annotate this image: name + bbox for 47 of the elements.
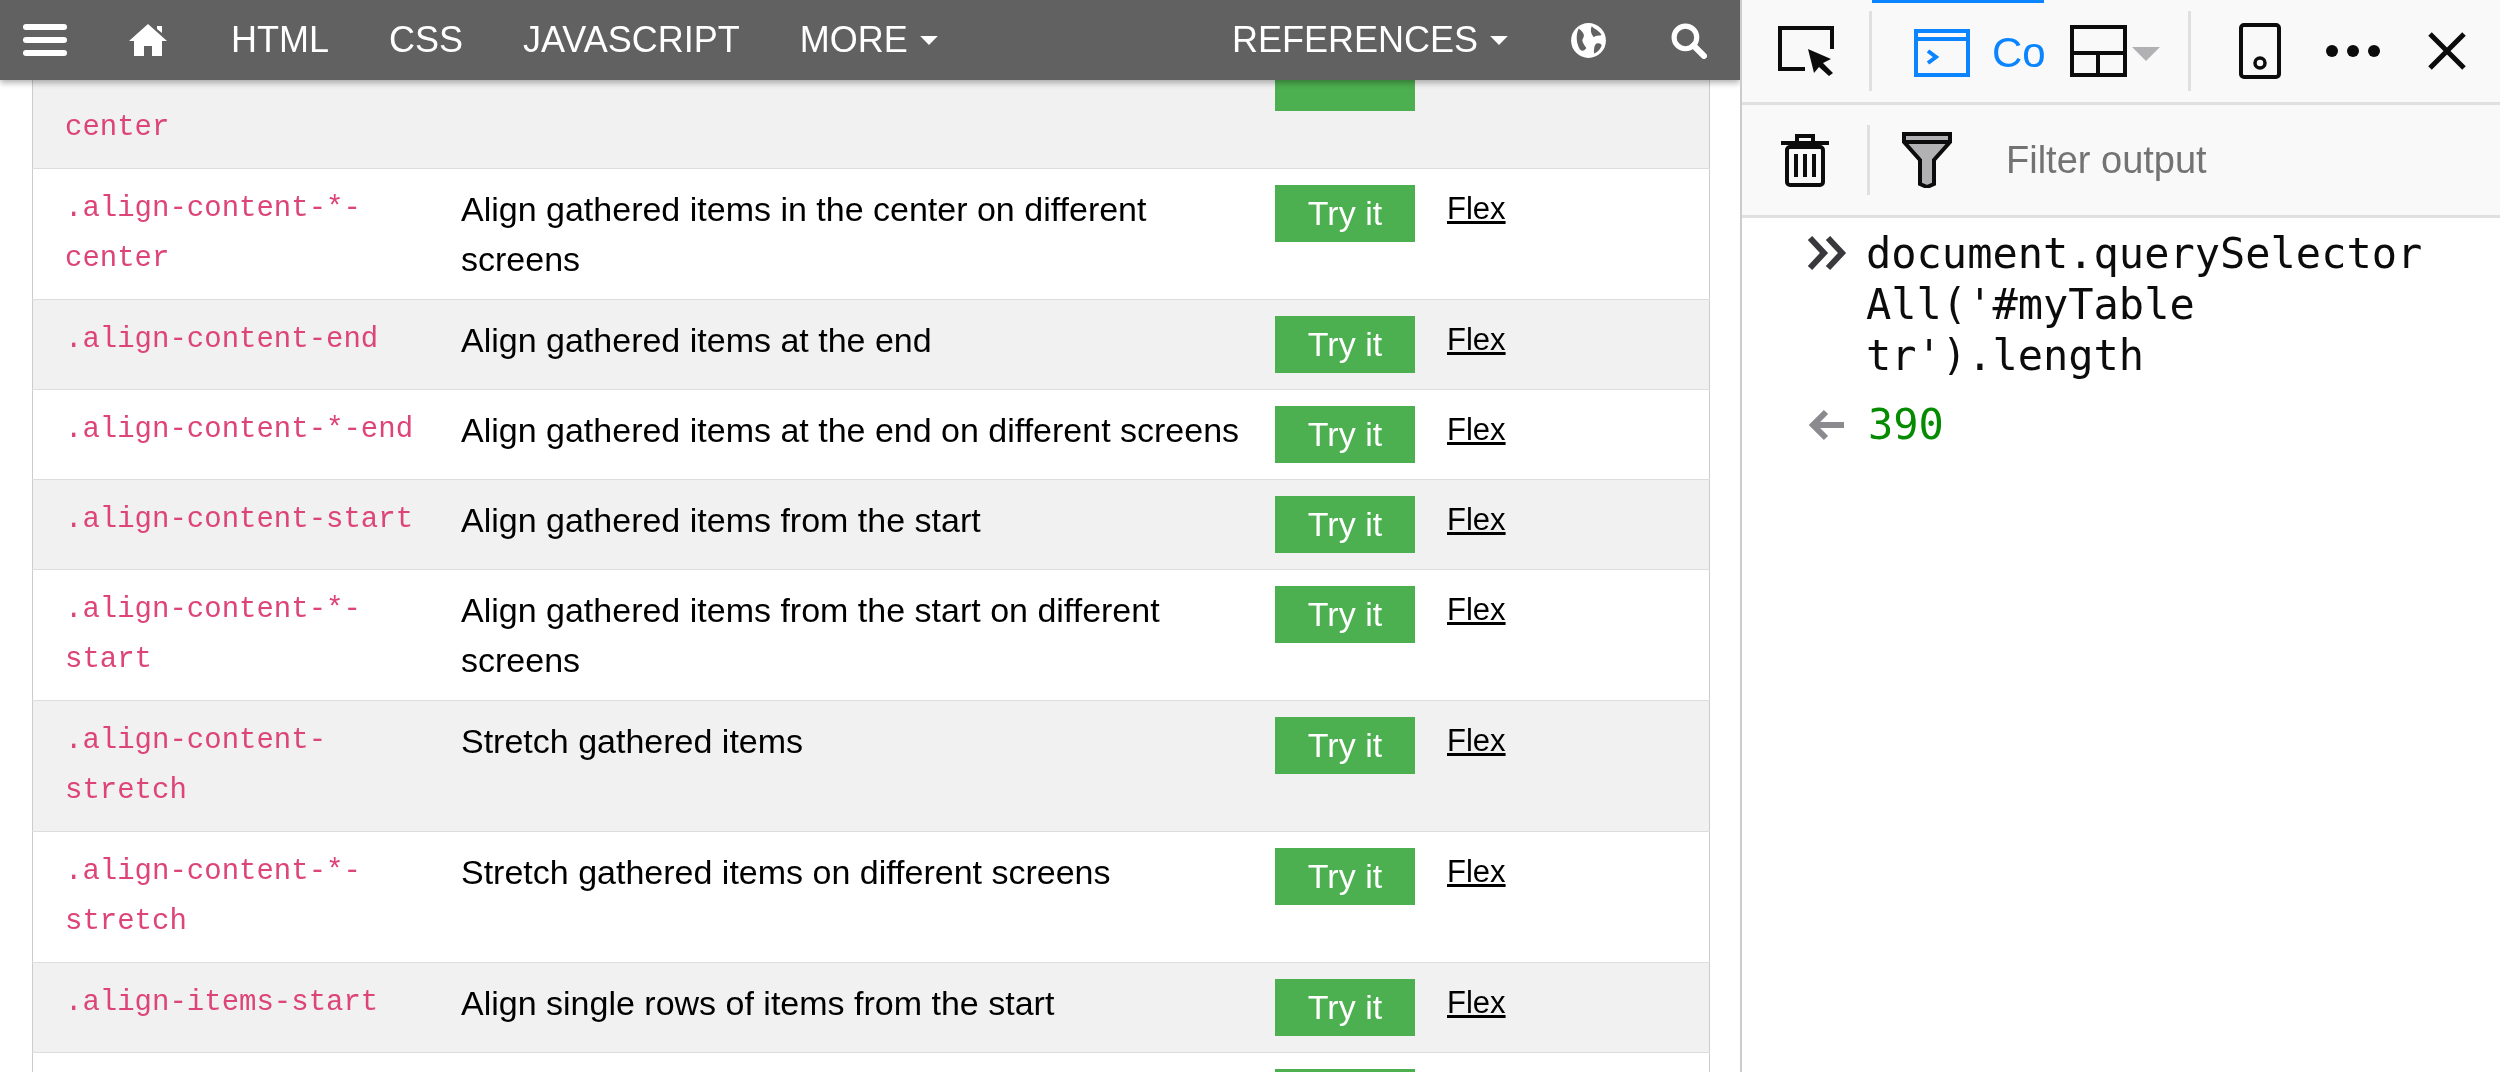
class-name: .align-content-*-stretch xyxy=(65,854,362,940)
class-name: .align-content-*-end xyxy=(65,412,415,448)
description: Align gathered items from the start on different screens xyxy=(461,590,1161,681)
filter-icon[interactable] xyxy=(1902,132,1952,188)
flex-link[interactable]: Flex xyxy=(1447,854,1506,889)
device-icon[interactable] xyxy=(2239,23,2281,79)
console-icon xyxy=(1914,29,1970,77)
close-icon[interactable] xyxy=(2427,31,2467,71)
flex-link[interactable]: Flex xyxy=(1447,502,1506,537)
trash-icon[interactable] xyxy=(1779,133,1831,187)
flex-link[interactable]: Flex xyxy=(1447,985,1506,1020)
layout-icon[interactable] xyxy=(2070,25,2162,77)
class-name: .align-content-stretch xyxy=(65,723,328,809)
dropdown-menu[interactable]: MORE xyxy=(799,19,938,61)
nav-link[interactable]: HTML xyxy=(231,19,329,61)
flex-link[interactable]: Flex xyxy=(1447,592,1506,627)
nav-link[interactable]: JAVASCRIPT xyxy=(523,19,740,61)
menu-icon[interactable] xyxy=(22,22,68,58)
class-name: .align-content-end xyxy=(65,322,380,358)
home-icon[interactable] xyxy=(128,23,168,57)
element-picker-icon[interactable] xyxy=(1777,25,1837,77)
dropdown-menu[interactable]: REFERENCES xyxy=(1231,19,1508,61)
flex-link[interactable]: Flex xyxy=(1447,723,1506,758)
console-result-text: 390 xyxy=(1868,399,1945,450)
flex-link[interactable]: Flex xyxy=(1447,191,1506,226)
nav-link[interactable]: CSS xyxy=(389,19,464,61)
caret-icon xyxy=(919,34,938,46)
class-name: .align-content-*-start xyxy=(65,592,362,678)
description: Stretch gathered items xyxy=(461,721,805,762)
description: Align gathered items at the end xyxy=(461,320,933,361)
description: Stretch gathered items on different screens xyxy=(461,852,1112,893)
search-icon[interactable] xyxy=(1670,21,1707,59)
description: Align gathered items at the end on different screens xyxy=(461,410,1241,451)
filter-output-field[interactable]: Filter output xyxy=(2006,138,2426,182)
more-icon[interactable] xyxy=(2325,44,2381,58)
caret-icon xyxy=(1490,34,1508,46)
class-name: .align-content-*-center xyxy=(65,191,362,277)
class-name: .align-items-start xyxy=(65,985,380,1021)
flex-link[interactable]: Flex xyxy=(1447,322,1506,357)
description: Align gathered items in the center on different screens xyxy=(461,189,1148,280)
left-arrow-icon xyxy=(1808,408,1846,442)
flex-link[interactable]: Flex xyxy=(1447,412,1506,447)
class-name: center xyxy=(65,110,171,146)
description: Align single rows of items from the start xyxy=(461,983,1056,1024)
class-name: .align-content-start xyxy=(65,502,415,538)
description: Align gathered items from the start xyxy=(461,500,982,541)
console-command-text: document.querySelectorAll('#myTable tr').length xyxy=(1866,228,2423,381)
